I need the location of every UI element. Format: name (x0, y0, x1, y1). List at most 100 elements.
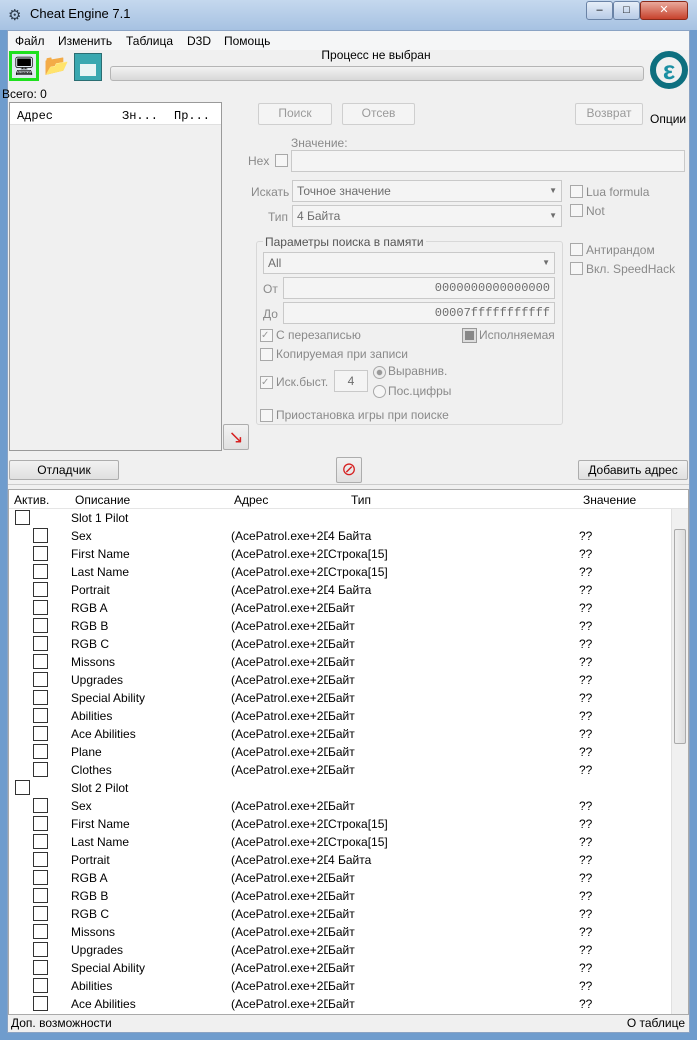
value-type-select[interactable]: 4 Байта ▼ (292, 205, 562, 227)
active-checkbox[interactable] (33, 708, 48, 723)
menu-d3d[interactable]: D3D (187, 34, 211, 48)
maximize-button[interactable]: □ (613, 1, 640, 20)
active-checkbox[interactable] (33, 690, 48, 705)
active-checkbox[interactable] (33, 798, 48, 813)
active-checkbox[interactable] (33, 636, 48, 651)
col-active[interactable]: Актив. (14, 493, 49, 507)
col-address[interactable]: Адрес (17, 109, 53, 123)
scan-type-select[interactable]: Точное значение ▼ (292, 180, 562, 202)
table-row[interactable]: RGB C (AcePatrol.exe+2D4B51 Байт ?? (9, 905, 671, 923)
menu-help[interactable]: Помощь (224, 34, 270, 48)
table-row[interactable]: Upgrades (AcePatrol.exe+2D4B11 Байт ?? (9, 671, 671, 689)
active-checkbox[interactable] (33, 816, 48, 831)
save-button[interactable] (74, 53, 102, 81)
writable-checkbox[interactable]: ✓ (260, 329, 273, 342)
active-checkbox[interactable] (33, 906, 48, 921)
not-checkbox[interactable] (570, 204, 583, 217)
active-checkbox[interactable] (33, 996, 48, 1011)
antirandom-checkbox[interactable] (570, 243, 583, 256)
table-row[interactable]: Special Ability (AcePatrol.exe+2D4B11 Ба… (9, 689, 671, 707)
fast-scan-input[interactable]: 4 (334, 370, 368, 392)
active-checkbox[interactable] (33, 618, 48, 633)
table-row[interactable]: RGB B (AcePatrol.exe+2D4B51 Байт ?? (9, 887, 671, 905)
col-value[interactable]: Зн... (122, 109, 158, 123)
active-checkbox[interactable] (33, 888, 48, 903)
table-row[interactable]: First Name (AcePatrol.exe+2D4AE Строка[1… (9, 545, 671, 563)
table-row[interactable]: RGB B (AcePatrol.exe+2D4B01 Байт ?? (9, 617, 671, 635)
table-row[interactable]: RGB C (AcePatrol.exe+2D4B01 Байт ?? (9, 635, 671, 653)
table-row[interactable]: Ace Abilities (AcePatrol.exe+2D4B71 Байт… (9, 995, 671, 1013)
value-input[interactable] (291, 150, 685, 172)
debugger-button[interactable]: Отладчик (9, 460, 119, 480)
hex-checkbox[interactable] (275, 154, 288, 167)
table-extras-link[interactable]: О таблице (627, 1016, 685, 1030)
speedhack-checkbox[interactable] (570, 262, 583, 275)
table-row[interactable]: Special Ability (AcePatrol.exe+2D4B71 Ба… (9, 959, 671, 977)
active-checkbox[interactable] (33, 726, 48, 741)
copy-to-list-button[interactable]: ↘ (223, 424, 249, 450)
table-row[interactable]: RGB A (AcePatrol.exe+2D4B01 Байт ?? (9, 599, 671, 617)
cheat-engine-logo[interactable]: ε (648, 49, 688, 109)
copy-on-write-checkbox[interactable] (260, 348, 273, 361)
table-row[interactable]: First Name (AcePatrol.exe+2D4B3C Строка[… (9, 815, 671, 833)
active-checkbox[interactable] (33, 528, 48, 543)
active-checkbox[interactable] (33, 978, 48, 993)
col-type[interactable]: Тип (351, 493, 371, 507)
table-row[interactable]: Portrait (AcePatrol.exe+2D4AF 4 Байта ?? (9, 581, 671, 599)
table-row[interactable]: Sex (AcePatrol.exe+2D4B21 Байт ?? (9, 797, 671, 815)
table-row[interactable]: Missons (AcePatrol.exe+2D4B01 Байт ?? (9, 653, 671, 671)
lua-formula-checkbox[interactable] (570, 185, 583, 198)
active-checkbox[interactable] (33, 546, 48, 561)
table-row[interactable]: Upgrades (AcePatrol.exe+2D4B71 Байт ?? (9, 941, 671, 959)
active-checkbox[interactable] (33, 852, 48, 867)
clear-list-button[interactable]: ⊘ (336, 457, 362, 483)
pause-game-checkbox[interactable] (260, 409, 273, 422)
options-label[interactable]: Опции (650, 112, 686, 126)
active-checkbox[interactable] (33, 654, 48, 669)
scrollbar-thumb[interactable] (674, 529, 686, 744)
table-row[interactable]: Plane (AcePatrol.exe+2D4B21 Байт ?? (9, 743, 671, 761)
last-digits-radio[interactable] (373, 385, 386, 398)
first-scan-button[interactable]: Поиск (258, 103, 332, 125)
advanced-options-link[interactable]: Доп. возможности (11, 1016, 112, 1030)
to-address-input[interactable]: 00007fffffffffff (283, 302, 555, 324)
next-scan-button[interactable]: Отсев (342, 103, 415, 125)
active-checkbox[interactable] (15, 510, 30, 525)
active-checkbox[interactable] (33, 600, 48, 615)
active-checkbox[interactable] (33, 672, 48, 687)
open-file-button[interactable]: 📂 (44, 53, 72, 81)
table-row[interactable]: Last Name (AcePatrol.exe+2D4B4C Строка[1… (9, 833, 671, 851)
table-row[interactable]: Abilities (AcePatrol.exe+2D4B21 Байт ?? (9, 707, 671, 725)
aligned-radio[interactable] (373, 366, 386, 379)
table-row[interactable]: RGB A (AcePatrol.exe+2D4B51 Байт ?? (9, 869, 671, 887)
active-checkbox[interactable] (33, 942, 48, 957)
found-list[interactable]: Адрес Зн... Пр... (9, 102, 222, 451)
fast-scan-checkbox[interactable]: ✓ (260, 376, 273, 389)
close-button[interactable]: ✕ (640, 1, 688, 20)
menu-table[interactable]: Таблица (126, 34, 173, 48)
select-process-button[interactable]: 🖥 (9, 51, 39, 81)
table-row[interactable]: Last Name (AcePatrol.exe+2D4AE Строка[15… (9, 563, 671, 581)
table-row[interactable]: Ace Abilities (AcePatrol.exe+2D4B21 Байт… (9, 725, 671, 743)
table-row[interactable]: Portrait (AcePatrol.exe+2D4B54 4 Байта ?… (9, 851, 671, 869)
active-checkbox[interactable] (33, 834, 48, 849)
menu-edit[interactable]: Изменить (58, 34, 112, 48)
active-checkbox[interactable] (33, 924, 48, 939)
menu-file[interactable]: Файл (15, 34, 45, 48)
minimize-button[interactable]: – (586, 1, 613, 20)
from-address-input[interactable]: 0000000000000000 (283, 277, 555, 299)
executable-checkbox[interactable] (462, 328, 477, 343)
vertical-scrollbar[interactable] (671, 509, 688, 1014)
table-row[interactable]: Clothes (AcePatrol.exe+2D4B21 Байт ?? (9, 761, 671, 779)
table-row[interactable]: Slot 1 Pilot (9, 509, 671, 527)
active-checkbox[interactable] (33, 582, 48, 597)
undo-scan-button[interactable]: Возврат (575, 103, 643, 125)
active-checkbox[interactable] (33, 870, 48, 885)
region-select[interactable]: All ▼ (263, 252, 555, 274)
add-address-button[interactable]: Добавить адрес (578, 460, 688, 480)
col-description[interactable]: Описание (75, 493, 130, 507)
col-value[interactable]: Значение (583, 493, 636, 507)
active-checkbox[interactable] (15, 780, 30, 795)
table-row[interactable]: Slot 2 Pilot (9, 779, 671, 797)
active-checkbox[interactable] (33, 744, 48, 759)
